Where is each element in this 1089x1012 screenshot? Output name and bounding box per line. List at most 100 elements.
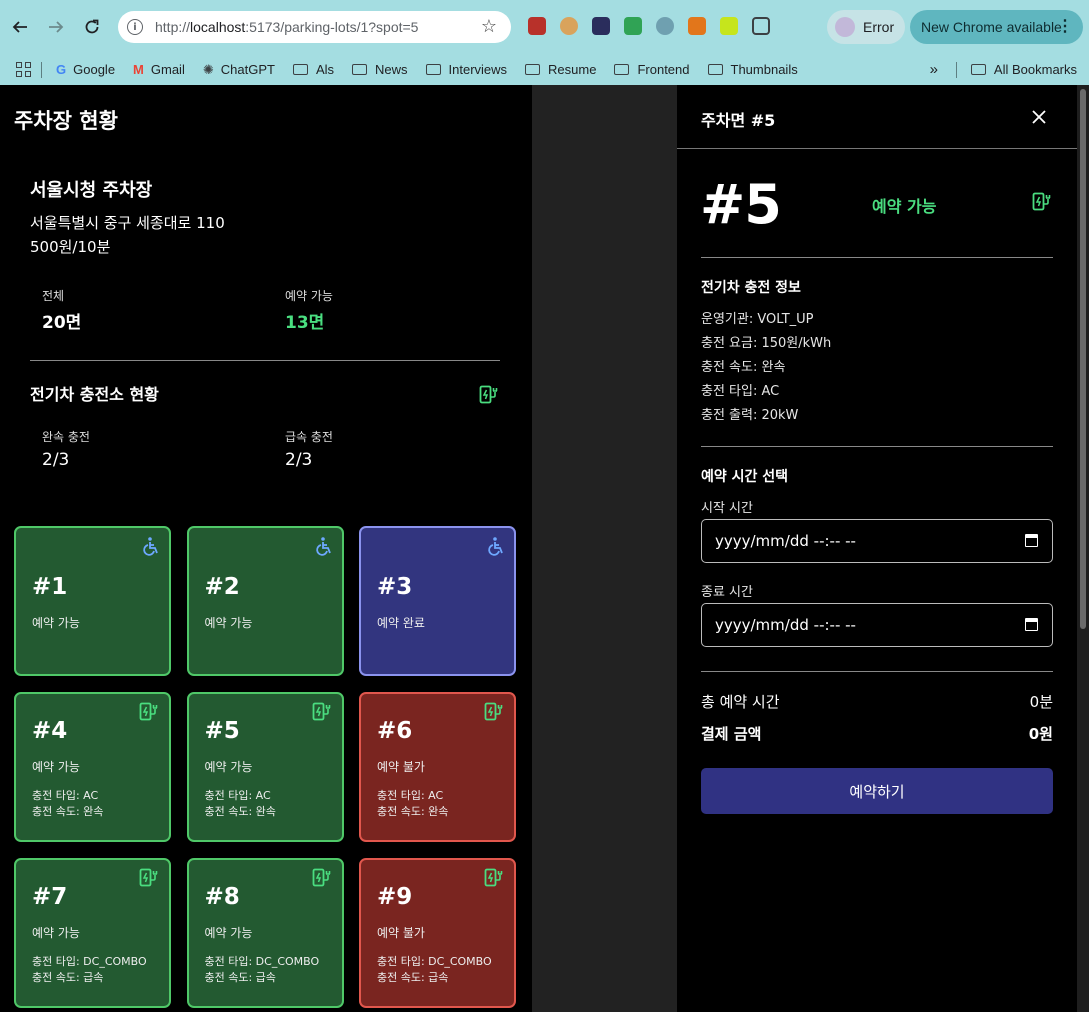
divider bbox=[955, 61, 957, 78]
bookmark-folder-thumbnails[interactable]: Thumbnails bbox=[707, 62, 798, 77]
total-time-value: 0분 bbox=[1029, 693, 1053, 711]
ev-charger-icon bbox=[479, 385, 501, 409]
bookmark-folder-resume[interactable]: Resume bbox=[525, 62, 596, 77]
charge-speed: 충전 속도: 완속 bbox=[32, 805, 104, 818]
bookmark-google[interactable]: G Google bbox=[56, 62, 115, 77]
folder-icon bbox=[707, 64, 723, 75]
extension-icon[interactable] bbox=[592, 17, 610, 35]
puzzle-extensions-icon[interactable] bbox=[752, 17, 770, 35]
chatgpt-icon: ✺ bbox=[202, 61, 214, 77]
fast-charge-label: 급속 충전 bbox=[285, 430, 333, 444]
ev-speed: 충전 속도: 완속 bbox=[701, 360, 786, 375]
total-spots-label: 전체 bbox=[42, 289, 65, 303]
payment-label: 결제 금액 bbox=[701, 725, 762, 743]
scrollbar[interactable] bbox=[1077, 85, 1089, 1012]
parking-spot-card[interactable]: #1 예약 가능 bbox=[14, 526, 171, 676]
spot-status: 예약 완료 bbox=[377, 616, 425, 630]
url-text: http://localhost:5173/parking-lots/1?spo… bbox=[155, 19, 419, 35]
lot-address: 서울특별시 중구 세종대로 110 bbox=[30, 214, 225, 232]
scrollbar-thumb[interactable] bbox=[1080, 89, 1086, 629]
ev-charger-icon bbox=[484, 702, 506, 726]
available-spots-value: 13면 bbox=[285, 313, 325, 333]
extension-icons bbox=[528, 17, 770, 35]
ev-charger-icon bbox=[312, 702, 334, 726]
extension-icon[interactable] bbox=[560, 17, 578, 35]
spot-status: 예약 가능 bbox=[204, 616, 253, 630]
slow-charge-label: 완속 충전 bbox=[42, 430, 90, 444]
start-time-label: 시작 시간 bbox=[701, 501, 753, 516]
forward-arrow-icon[interactable] bbox=[38, 9, 74, 45]
update-label: New Chrome available bbox=[921, 19, 1062, 35]
spot-status: 예약 가능 bbox=[204, 760, 253, 774]
bookmarks-overflow: » All Bookmarks bbox=[930, 54, 1077, 85]
parking-spot-card[interactable]: #2 예약 가능 bbox=[186, 526, 344, 676]
ev-type: 충전 타입: AC bbox=[701, 384, 780, 399]
backdrop-overlay[interactable] bbox=[532, 85, 677, 1012]
spot-number: #8 bbox=[204, 884, 240, 910]
bookmark-folder-interviews[interactable]: Interviews bbox=[425, 62, 507, 77]
profile-error-button[interactable]: Error bbox=[827, 10, 905, 44]
site-info-icon[interactable]: i bbox=[127, 19, 143, 35]
ev-charger-icon bbox=[484, 868, 506, 892]
spot-status: 예약 불가 bbox=[377, 760, 425, 774]
ev-charger-icon bbox=[139, 868, 161, 892]
calendar-icon[interactable] bbox=[1025, 618, 1038, 631]
divider bbox=[701, 671, 1053, 672]
extension-icon[interactable] bbox=[720, 17, 738, 35]
payment-value: 0원 bbox=[1028, 725, 1053, 743]
spot-status: 예약 가능 bbox=[32, 926, 80, 940]
divider bbox=[701, 257, 1053, 258]
bookmark-folder-als[interactable]: Als bbox=[292, 62, 334, 77]
time-select-title: 예약 시간 선택 bbox=[701, 469, 789, 485]
end-time-input[interactable]: yyyy/mm/dd --:-- -- bbox=[701, 603, 1053, 647]
extension-icon[interactable] bbox=[656, 17, 674, 35]
parking-spot-card[interactable]: #7 예약 가능 충전 타입: DC_COMBO 충전 속도: 급속 bbox=[14, 858, 171, 1008]
total-spots-value: 20면 bbox=[42, 313, 82, 333]
parking-spot-card[interactable]: #6 예약 불가 충전 타입: AC 충전 속도: 완속 bbox=[359, 692, 516, 842]
extension-icon[interactable] bbox=[624, 17, 642, 35]
back-arrow-icon[interactable] bbox=[2, 9, 38, 45]
charge-type: 충전 타입: DC_COMBO bbox=[204, 955, 320, 968]
parking-spot-card[interactable]: #3 예약 완료 bbox=[359, 526, 516, 676]
parking-spot-card[interactable]: #8 예약 가능충전 타입: DC_COMBO 충전 속도: 급속 bbox=[186, 858, 344, 1008]
close-icon[interactable] bbox=[1029, 105, 1049, 125]
reserve-button[interactable]: 예약하기 bbox=[701, 768, 1053, 814]
charge-type: 충전 타입: AC bbox=[32, 789, 99, 802]
spot-number: #3 bbox=[377, 574, 413, 600]
divider bbox=[41, 61, 42, 78]
ev-charger-icon bbox=[139, 702, 161, 726]
charge-type: 충전 타입: AC bbox=[377, 789, 444, 802]
bookmark-folder-news[interactable]: News bbox=[352, 62, 408, 77]
divider bbox=[701, 446, 1053, 447]
charge-speed: 충전 속도: 급속 bbox=[32, 971, 104, 984]
more-menu-icon[interactable]: ⋮ bbox=[1057, 16, 1073, 36]
spot-number: #4 bbox=[32, 718, 68, 744]
end-time-label: 종료 시간 bbox=[701, 585, 753, 600]
calendar-icon[interactable] bbox=[1025, 534, 1038, 547]
chevron-double-right-icon[interactable]: » bbox=[930, 61, 938, 78]
google-icon: G bbox=[56, 62, 67, 77]
metamask-icon[interactable] bbox=[688, 17, 706, 35]
folder-icon bbox=[425, 64, 441, 75]
spot-status: 예약 가능 bbox=[204, 926, 253, 940]
address-bar[interactable]: i http://localhost:5173/parking-lots/1?s… bbox=[118, 11, 511, 43]
bookmark-gmail[interactable]: M Gmail bbox=[133, 62, 185, 77]
all-bookmarks-button[interactable]: All Bookmarks bbox=[970, 62, 1077, 77]
extension-icon[interactable] bbox=[528, 17, 546, 35]
bookmark-folder-frontend[interactable]: Frontend bbox=[614, 62, 690, 77]
start-time-input[interactable]: yyyy/mm/dd --:-- -- bbox=[701, 519, 1053, 563]
reload-icon[interactable] bbox=[74, 9, 110, 45]
apps-grid-icon[interactable] bbox=[16, 62, 31, 77]
bookmark-chatgpt[interactable]: ✺ ChatGPT bbox=[203, 62, 275, 78]
charge-speed: 충전 속도: 급속 bbox=[204, 971, 276, 984]
spot-detail-drawer: 주차면 #5 #5 예약 가능 전기차 충전 정보 운영기관: VOLT_UP … bbox=[677, 85, 1077, 1012]
charge-type: 충전 타입: DC_COMBO bbox=[377, 955, 492, 968]
bookmark-star-icon[interactable]: ☆ bbox=[481, 16, 497, 37]
parking-spot-card[interactable]: #5 예약 가능 충전 타입: AC 충전 속도: 완속 bbox=[186, 692, 344, 842]
wheelchair-icon bbox=[314, 536, 334, 560]
start-time-placeholder: yyyy/mm/dd --:-- -- bbox=[715, 532, 856, 550]
ev-charger-icon bbox=[1032, 192, 1054, 216]
parking-spot-card[interactable]: #9 예약 불가 충전 타입: DC_COMBO 충전 속도: 급속 bbox=[359, 858, 516, 1008]
parking-spot-card[interactable]: #4 예약 가능 충전 타입: AC 충전 속도: 완속 bbox=[14, 692, 171, 842]
chrome-update-button[interactable]: New Chrome available ⋮ bbox=[910, 10, 1083, 44]
